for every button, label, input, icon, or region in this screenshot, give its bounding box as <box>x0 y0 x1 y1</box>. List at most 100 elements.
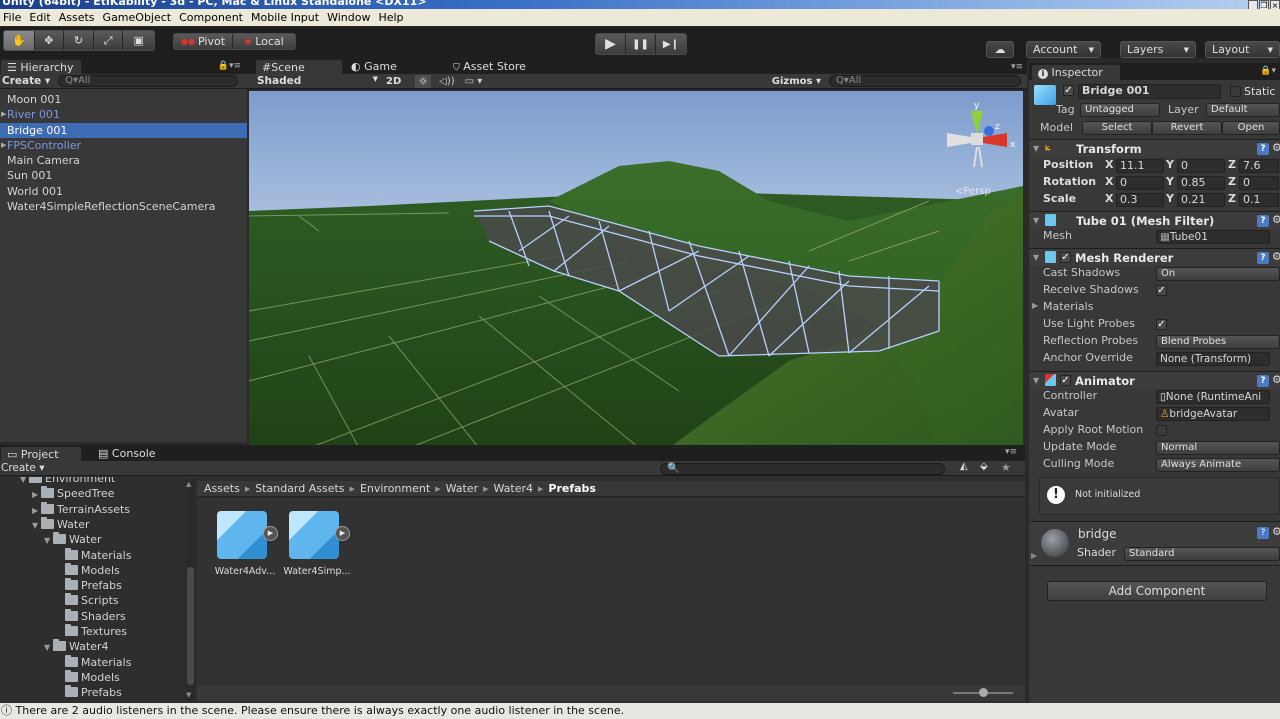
transform-position-z-field[interactable]: 7.6 <box>1239 159 1279 173</box>
expand-arrow-icon[interactable]: ▶ <box>1 107 6 122</box>
rect-tool-button[interactable]: ▣ <box>123 31 154 50</box>
filter-by-type-icon[interactable]: ◭ <box>960 461 968 472</box>
project-folder-item[interactable]: Prefabs <box>56 685 122 700</box>
icon-size-slider-thumb[interactable] <box>979 688 988 697</box>
tab-scene[interactable]: #Scene <box>255 59 343 75</box>
panel-menu-icon[interactable]: 🔒▾≡ <box>218 61 241 71</box>
model-revert-button[interactable]: Revert <box>1152 121 1222 135</box>
transform-scale-z-field[interactable]: 0.1 <box>1239 193 1279 207</box>
menu-window[interactable]: Window <box>324 11 375 24</box>
mesh-field[interactable]: ▦Tube01 <box>1156 230 1270 244</box>
foldout-arrow-icon[interactable]: ▶ <box>1032 301 1038 310</box>
foldout-arrow-icon[interactable]: ▼ <box>44 533 53 548</box>
project-folder-item[interactable]: ▼ Water <box>32 516 90 532</box>
animator-header[interactable]: ▼ ✓ Animator ? ⚙ <box>1029 371 1280 389</box>
pause-button[interactable]: ❚❚ <box>626 34 656 54</box>
collab-cloud-button[interactable]: ☁ <box>986 41 1014 58</box>
2d-toggle[interactable]: 2D <box>386 76 401 87</box>
update-mode-dropdown[interactable]: Normal <box>1156 441 1280 455</box>
breadcrumb-item[interactable]: Environment <box>360 482 430 495</box>
add-component-button[interactable]: Add Component <box>1047 581 1267 601</box>
transform-header[interactable]: ▼ ⟀ Transform ? ⚙ <box>1029 139 1280 157</box>
account-dropdown[interactable]: Account ▼ <box>1026 41 1101 58</box>
orientation-gizmo[interactable]: y x z <box>947 101 1016 168</box>
mesh-filter-header[interactable]: ▼ Tube 01 (Mesh Filter) ? ⚙ <box>1029 211 1280 229</box>
project-folder-item[interactable]: Models <box>56 562 120 578</box>
menu-help[interactable]: Help <box>375 11 408 24</box>
project-folder-item[interactable]: Textures <box>56 624 127 639</box>
pivot-toggle[interactable]: ●● Pivot <box>174 34 234 49</box>
project-folder-item[interactable]: Materials <box>56 654 131 670</box>
apply-root-motion-checkbox[interactable] <box>1156 425 1167 436</box>
project-folder-item[interactable]: ▼ Water <box>44 532 102 547</box>
scroll-up-icon[interactable]: ▲ <box>186 480 191 488</box>
breadcrumb-item[interactable]: Prefabs <box>548 482 596 495</box>
controller-field[interactable]: ▯None (RuntimeAni <box>1156 390 1270 404</box>
animator-enabled-checkbox[interactable]: ✓ <box>1060 375 1071 386</box>
foldout-arrow-icon[interactable]: ▼ <box>20 477 29 487</box>
object-name-field[interactable]: Bridge 001 <box>1078 84 1221 99</box>
menu-edit[interactable]: Edit <box>26 11 55 24</box>
foldout-arrow-icon[interactable]: ▶ <box>32 503 41 518</box>
transform-rotation-x-field[interactable]: 0 <box>1116 176 1164 190</box>
hierarchy-item[interactable]: Sun 001 <box>0 168 247 183</box>
avatar-field[interactable]: ♙bridgeAvatar <box>1156 407 1270 421</box>
model-select-button[interactable]: Select <box>1082 121 1152 135</box>
breadcrumb-item[interactable]: Water <box>446 482 479 495</box>
project-folder-item[interactable]: Prefabs <box>56 578 122 593</box>
culling-mode-dropdown[interactable]: Always Animate <box>1156 458 1280 472</box>
local-toggle[interactable]: ◉ Local <box>233 34 295 49</box>
tab-console[interactable]: ▤ Console <box>92 446 172 462</box>
project-folder-item[interactable]: Models <box>56 669 120 685</box>
move-tool-button[interactable]: ✥ <box>35 31 65 50</box>
static-checkbox[interactable] <box>1230 86 1241 97</box>
gizmos-dropdown[interactable]: Gizmos ▾ <box>772 76 821 87</box>
gear-icon[interactable]: ⚙ <box>1272 525 1280 538</box>
receive-shadows-checkbox[interactable]: ✓ <box>1156 285 1167 296</box>
shading-mode-dropdown[interactable]: Shaded ▼ <box>257 75 378 87</box>
breadcrumb-item[interactable]: Standard Assets <box>255 482 344 495</box>
asset-item[interactable]: ▶ Water4Adv... <box>211 506 279 581</box>
tree-scrollbar[interactable]: ▲ ▼ <box>185 479 196 701</box>
menu-assets[interactable]: Assets <box>56 11 100 24</box>
foldout-arrow-icon[interactable]: ▶ <box>1031 551 1037 560</box>
transform-position-y-field[interactable]: 0 <box>1177 159 1225 173</box>
project-folder-item[interactable]: ▶ SpeedTree <box>32 486 114 501</box>
foldout-arrow-icon[interactable]: ▼ <box>44 640 53 655</box>
tab-hierarchy[interactable]: ☰ Hierarchy <box>0 59 82 75</box>
active-checkbox[interactable]: ✓ <box>1063 85 1074 96</box>
scrollbar-thumb[interactable] <box>187 567 194 685</box>
hierarchy-item[interactable]: ▶ FPSController <box>0 138 247 153</box>
menu-gameobject[interactable]: GameObject <box>100 11 177 24</box>
favorites-star-icon[interactable]: ★ <box>1001 461 1011 474</box>
layout-dropdown[interactable]: Layout ▼ <box>1205 41 1280 58</box>
hierarchy-item[interactable]: ▶ River 001 <box>0 107 247 122</box>
help-icon[interactable]: ? <box>1257 143 1269 155</box>
help-icon[interactable]: ? <box>1257 527 1269 539</box>
effects-toggle-icon[interactable]: ▭ ▾ <box>465 76 483 87</box>
model-open-button[interactable]: Open <box>1222 121 1280 135</box>
project-folder-item[interactable]: ▶ TerrainAssets <box>32 501 130 518</box>
help-icon[interactable]: ? <box>1257 215 1269 227</box>
expand-arrow-icon[interactable]: ▶ <box>1 138 6 153</box>
project-folder-item[interactable]: Shaders <box>56 608 126 624</box>
hierarchy-item[interactable]: Water4SimpleReflectionSceneCamera <box>0 199 247 214</box>
project-folder-item[interactable]: Scripts <box>56 593 119 608</box>
asset-item[interactable]: ▶ Water4Simp... <box>283 506 351 581</box>
create-dropdown[interactable]: Create ▾ <box>1 462 45 474</box>
hierarchy-search-input[interactable]: Q▾All <box>58 75 239 87</box>
create-dropdown[interactable]: Create ▾ <box>2 75 50 87</box>
menu-file[interactable]: File <box>0 11 26 24</box>
filter-by-label-icon[interactable]: ⬙ <box>980 461 988 472</box>
layers-dropdown[interactable]: Layers ▼ <box>1120 41 1196 58</box>
breadcrumb-item[interactable]: Water4 <box>494 482 534 495</box>
shader-dropdown[interactable]: Standard <box>1124 547 1280 561</box>
hierarchy-item[interactable]: Bridge 001 <box>0 122 247 138</box>
play-button[interactable]: ▶ <box>596 34 627 54</box>
mesh-renderer-enabled-checkbox[interactable]: ✓ <box>1060 252 1071 263</box>
project-folder-item[interactable]: ▼ Environment <box>20 477 115 486</box>
menu-mobile-input[interactable]: Mobile Input <box>248 11 324 24</box>
transform-rotation-y-field[interactable]: 0.85 <box>1177 176 1225 190</box>
step-button[interactable]: ▶❙ <box>656 34 686 54</box>
hierarchy-item[interactable]: Main Camera <box>0 153 247 168</box>
